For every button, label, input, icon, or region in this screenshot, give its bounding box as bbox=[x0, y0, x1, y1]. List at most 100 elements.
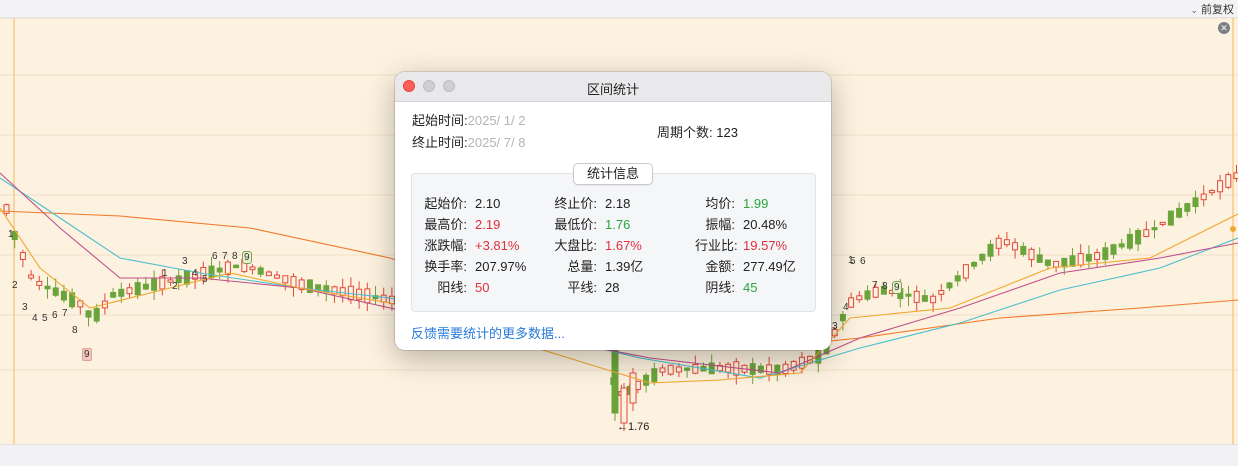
candlestick bbox=[1192, 190, 1199, 214]
stat-label: 均价: bbox=[705, 196, 735, 211]
candlestick bbox=[749, 357, 756, 384]
stat-label: 最低价: bbox=[554, 217, 597, 232]
stat-label: 振幅: bbox=[705, 217, 735, 232]
stat-item: 金额: 277.49亿 bbox=[695, 256, 796, 275]
stat-label: 阳线: bbox=[437, 280, 467, 295]
feedback-link[interactable]: 反馈需要统计的更多数据... bbox=[411, 323, 565, 342]
candlestick bbox=[36, 275, 43, 291]
stat-value: 19.57% bbox=[743, 238, 788, 253]
candlestick bbox=[946, 281, 953, 292]
candlestick bbox=[1151, 220, 1158, 239]
wave-count-mark: 7 bbox=[62, 308, 68, 319]
wave-count-mark: 6 bbox=[52, 310, 58, 321]
start-time-row: 起始时间:2025/ 1/ 2 bbox=[412, 110, 525, 129]
candlestick bbox=[905, 285, 912, 307]
candlestick bbox=[651, 362, 658, 386]
candlestick bbox=[1069, 248, 1076, 268]
price-adjust-label: 前复权 bbox=[1201, 4, 1234, 16]
candlestick bbox=[110, 288, 117, 299]
candlestick bbox=[611, 343, 619, 421]
wave-count-mark: 6 bbox=[212, 251, 218, 262]
stat-label: 最高价: bbox=[424, 217, 467, 232]
candlestick bbox=[339, 278, 346, 303]
stat-value: 50 bbox=[475, 280, 490, 295]
wave-count-mark: 4 bbox=[32, 313, 38, 324]
stat-value: 277.49亿 bbox=[743, 259, 796, 274]
candlestick bbox=[3, 203, 10, 216]
candlestick bbox=[1233, 164, 1238, 182]
candlestick bbox=[28, 270, 35, 281]
period-count-row: 周期个数: 123 bbox=[657, 122, 738, 141]
stat-label: 总量: bbox=[567, 259, 597, 274]
stat-value: 2.19 bbox=[475, 217, 501, 232]
wave-count-mark: 8 bbox=[882, 281, 888, 292]
price-dot bbox=[1230, 226, 1236, 232]
stat-item: 大盘比: 1.67% bbox=[553, 235, 642, 254]
range-stats-dialog: 区间统计 起始时间:2025/ 1/ 2 终止时间:2025/ 7/ 8 周期个… bbox=[395, 72, 831, 350]
stat-value: 28 bbox=[605, 280, 620, 295]
candlestick bbox=[757, 362, 764, 374]
stat-value: 2.10 bbox=[475, 196, 501, 211]
stat-label: 平线: bbox=[567, 280, 597, 295]
stat-value: 20.48% bbox=[743, 217, 788, 232]
candlestick bbox=[921, 289, 928, 302]
candlestick bbox=[1036, 247, 1043, 263]
candlestick bbox=[183, 270, 190, 288]
stat-label: 大盘比: bbox=[554, 238, 597, 253]
wave-count-mark: 6 bbox=[860, 256, 866, 267]
candlestick bbox=[1167, 210, 1174, 226]
candlestick bbox=[282, 275, 289, 291]
stat-label: 金额: bbox=[705, 259, 735, 274]
stat-label: 终止价: bbox=[554, 196, 597, 211]
price-adjust-dropdown[interactable]: ⌄ 前复权 bbox=[1190, 1, 1234, 17]
chevron-down-icon: ⌄ bbox=[1190, 5, 1198, 15]
candlestick bbox=[1217, 174, 1224, 200]
candlestick bbox=[265, 270, 272, 277]
candlestick bbox=[364, 282, 371, 312]
candlestick bbox=[1200, 185, 1207, 207]
wave-count-mark: 5 bbox=[850, 256, 856, 267]
stat-item: 阴线: 45 bbox=[695, 277, 757, 296]
candlestick bbox=[290, 273, 297, 297]
wave-count-mark: 3 bbox=[22, 302, 28, 313]
stat-label: 换手率: bbox=[424, 259, 467, 274]
candlestick bbox=[1094, 248, 1101, 268]
wave-count-mark: 5 bbox=[42, 313, 48, 324]
stat-value: 1.99 bbox=[743, 196, 769, 211]
candlestick bbox=[1003, 231, 1010, 248]
candlestick bbox=[298, 277, 305, 294]
wave-count-mark: 1 bbox=[8, 229, 14, 240]
stat-value: 2.18 bbox=[605, 196, 631, 211]
candlestick bbox=[233, 264, 240, 269]
candlestick bbox=[684, 367, 691, 378]
candlestick bbox=[725, 361, 732, 379]
wave-count-mark: 3 bbox=[182, 256, 188, 267]
end-time-label: 终止时间: bbox=[412, 135, 468, 150]
candlestick bbox=[1184, 202, 1191, 217]
candlestick bbox=[1020, 242, 1027, 257]
candlestick bbox=[962, 263, 969, 282]
candlestick bbox=[938, 283, 945, 302]
wave-count-mark: 4 bbox=[192, 268, 198, 279]
wave-count-mark: 5 bbox=[202, 274, 208, 285]
candlestick bbox=[848, 292, 855, 308]
candlestick bbox=[708, 354, 715, 375]
candlestick bbox=[1176, 202, 1183, 219]
stat-value: 1.39亿 bbox=[605, 259, 644, 274]
end-time-value[interactable]: 2025/ 7/ 8 bbox=[468, 135, 526, 150]
stat-item: 阳线: 50 bbox=[423, 277, 489, 296]
candlestick bbox=[249, 264, 256, 275]
candlestick bbox=[1077, 244, 1084, 268]
start-time-value[interactable]: 2025/ 1/ 2 bbox=[468, 113, 526, 128]
wave-count-mark: 9 bbox=[82, 348, 92, 361]
candlestick bbox=[1126, 228, 1133, 251]
close-icon[interactable]: ✕ bbox=[1218, 22, 1230, 34]
stat-label: 涨跌幅: bbox=[424, 238, 467, 253]
dialog-titlebar[interactable]: 区间统计 bbox=[395, 72, 831, 102]
candlestick bbox=[667, 364, 674, 376]
stat-item: 终止价: 2.18 bbox=[553, 193, 630, 212]
candlestick bbox=[1110, 243, 1117, 259]
candlestick bbox=[659, 364, 666, 377]
stat-item: 总量: 1.39亿 bbox=[553, 256, 643, 275]
stats-info-button[interactable]: 统计信息 bbox=[573, 163, 653, 185]
